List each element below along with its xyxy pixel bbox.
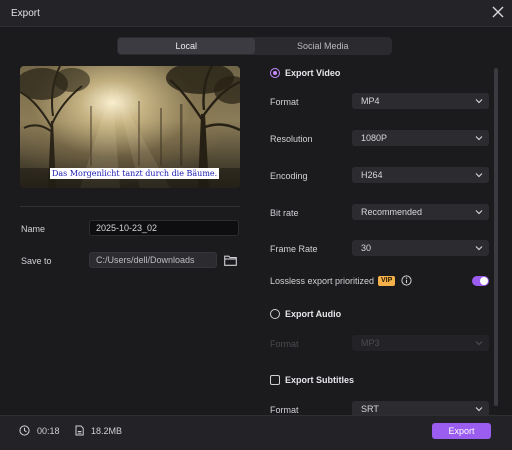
export-destination-tabs: Local Social Media xyxy=(117,37,392,55)
export-audio-label: Export Audio xyxy=(285,309,342,319)
encoding-select[interactable]: H264 xyxy=(352,167,489,183)
close-icon[interactable] xyxy=(491,5,505,19)
bitrate-label: Bit rate xyxy=(270,208,299,218)
vip-badge: VIP xyxy=(378,276,396,286)
audio-format-select: MP3 xyxy=(352,335,489,351)
audio-format-label: Format xyxy=(270,339,299,349)
save-path-input[interactable]: C:/Users/dell/Downloads xyxy=(89,252,217,268)
chevron-down-icon xyxy=(475,210,483,215)
clock-icon xyxy=(19,425,30,436)
chevron-down-icon xyxy=(475,173,483,178)
video-format-label: Format xyxy=(270,97,299,107)
frame-rate-label: Frame Rate xyxy=(270,244,318,254)
duration-text: 00:18 xyxy=(37,426,60,436)
window-title: Export xyxy=(11,8,40,19)
file-size-text: 18.2MB xyxy=(91,426,123,436)
folder-icon[interactable] xyxy=(224,255,237,266)
video-format-value: MP4 xyxy=(361,96,380,106)
resolution-select[interactable]: 1080P xyxy=(352,130,489,146)
video-format-select[interactable]: MP4 xyxy=(352,93,489,109)
resolution-value: 1080P xyxy=(361,133,388,143)
encoding-value: H264 xyxy=(361,170,383,180)
frame-rate-select[interactable]: 30 xyxy=(352,240,489,256)
tab-local[interactable]: Local xyxy=(118,38,255,54)
export-video-radio[interactable] xyxy=(270,68,280,78)
name-label: Name xyxy=(21,224,46,234)
encoding-label: Encoding xyxy=(270,171,308,181)
export-subtitles-label: Export Subtitles xyxy=(285,375,355,385)
lossless-label: Lossless export prioritized xyxy=(270,276,375,286)
chevron-down-icon xyxy=(475,246,483,251)
preview-subtitle: Das Morgenlicht tanzt durch die Bäume. xyxy=(50,168,220,179)
chevron-down-icon xyxy=(475,136,483,141)
frame-rate-value: 30 xyxy=(361,243,372,253)
settings-scrollbar[interactable] xyxy=(494,68,498,406)
file-size-icon xyxy=(75,425,84,436)
chevron-down-icon xyxy=(475,99,483,104)
export-audio-radio[interactable] xyxy=(270,309,280,319)
title-bar: Export xyxy=(0,0,512,27)
tab-social-media[interactable]: Social Media xyxy=(255,38,392,54)
chevron-down-icon xyxy=(475,407,483,412)
name-input[interactable]: 2025-10-23_02 xyxy=(89,220,239,236)
info-icon[interactable] xyxy=(401,275,412,286)
divider xyxy=(20,206,240,207)
subtitle-format-label: Format xyxy=(270,405,299,415)
resolution-label: Resolution xyxy=(270,134,313,144)
lossless-toggle[interactable] xyxy=(472,276,489,286)
subtitle-format-value: SRT xyxy=(361,404,379,414)
export-subtitles-checkbox[interactable] xyxy=(270,375,280,385)
bitrate-select[interactable]: Recommended xyxy=(352,204,489,220)
bitrate-value: Recommended xyxy=(361,207,423,217)
chevron-down-icon xyxy=(475,341,483,346)
export-button[interactable]: Export xyxy=(432,423,491,439)
export-video-label: Export Video xyxy=(285,68,341,78)
save-to-label: Save to xyxy=(21,256,52,266)
audio-format-value: MP3 xyxy=(361,338,380,348)
